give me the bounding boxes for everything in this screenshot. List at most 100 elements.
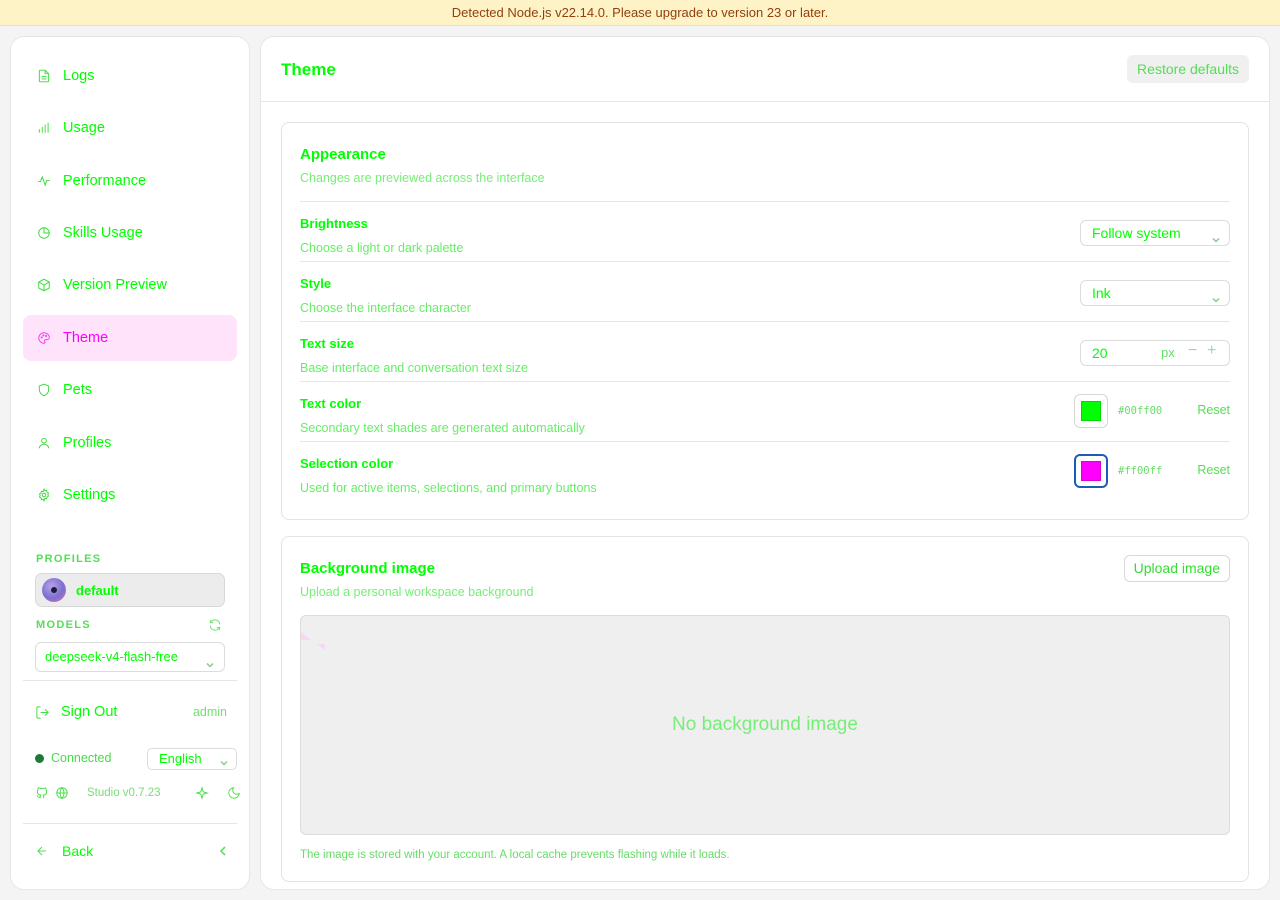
text-color-desc: Secondary text shades are generated auto… bbox=[300, 421, 585, 435]
background-title: Background image bbox=[300, 560, 436, 577]
upload-image-button[interactable]: Upload image bbox=[1123, 555, 1230, 582]
sidebar-item-label: Logs bbox=[63, 68, 95, 84]
chevron-down-icon bbox=[219, 754, 229, 766]
sidebar-item-theme[interactable]: Theme bbox=[23, 315, 237, 361]
models-section-label: MODELS bbox=[36, 619, 91, 631]
color-fill bbox=[1081, 401, 1101, 421]
refresh-icon[interactable] bbox=[208, 618, 222, 632]
background-preview[interactable]: No background image bbox=[300, 615, 1230, 835]
text-size-desc: Base interface and conversation text siz… bbox=[300, 361, 528, 375]
style-select[interactable]: Ink bbox=[1080, 280, 1230, 306]
arrow-left-icon bbox=[35, 844, 49, 858]
sidebar-item-label: Usage bbox=[63, 120, 105, 136]
text-color-row: Text color Secondary text shades are gen… bbox=[300, 381, 1230, 441]
brightness-value: Follow system bbox=[1092, 225, 1181, 241]
restore-defaults-button[interactable]: Restore defaults bbox=[1127, 55, 1249, 83]
brightness-desc: Choose a light or dark palette bbox=[300, 241, 464, 255]
chevron-down-icon bbox=[205, 652, 215, 668]
language-select[interactable]: English bbox=[147, 748, 237, 770]
text-color-label: Text color bbox=[300, 396, 362, 411]
moon-icon[interactable] bbox=[227, 786, 241, 800]
divider bbox=[23, 823, 237, 824]
sidebar-item-label: Performance bbox=[63, 173, 147, 189]
model-select-value: deepseek-v4-flash-free bbox=[45, 649, 178, 664]
sidebar-item-version-preview[interactable]: Version Preview bbox=[23, 262, 237, 308]
back-button[interactable]: Back bbox=[35, 840, 229, 862]
text-size-label: Text size bbox=[300, 336, 354, 351]
style-row: Style Choose the interface character Ink bbox=[300, 261, 1230, 321]
gear-icon bbox=[37, 488, 51, 502]
background-note: The image is stored with your account. A… bbox=[300, 849, 730, 861]
pie-chart-icon bbox=[37, 226, 51, 240]
version-label: Studio v0.7.23 bbox=[87, 787, 161, 799]
sidebar-item-label: Skills Usage bbox=[63, 225, 143, 241]
page-title: Theme bbox=[281, 60, 336, 79]
sidebar-item-label: Settings bbox=[63, 487, 116, 503]
bar-chart-icon bbox=[37, 121, 51, 135]
sidebar-item-logs[interactable]: Logs bbox=[23, 53, 237, 99]
sidebar-item-skills-usage[interactable]: Skills Usage bbox=[23, 210, 237, 256]
empty-state-text: No background image bbox=[672, 714, 858, 735]
github-icon[interactable] bbox=[35, 786, 49, 800]
shield-icon bbox=[37, 383, 51, 397]
text-size-unit: px bbox=[1161, 345, 1175, 360]
selection-color-row: Selection color Used for active items, s… bbox=[300, 441, 1230, 501]
sign-out-button[interactable]: Sign Out admin bbox=[35, 700, 227, 724]
appearance-subtitle: Changes are previewed across the interfa… bbox=[300, 171, 545, 185]
activity-icon bbox=[37, 174, 51, 188]
text-color-reset-button[interactable]: Reset bbox=[1197, 403, 1230, 417]
brightness-select[interactable]: Follow system bbox=[1080, 220, 1230, 246]
current-user: admin bbox=[192, 705, 227, 719]
increment-button[interactable]: + bbox=[1207, 342, 1216, 360]
color-fill bbox=[1081, 461, 1101, 481]
appearance-card: Appearance Changes are previewed across … bbox=[281, 122, 1249, 520]
sign-out-label: Sign Out bbox=[61, 704, 118, 720]
globe-icon[interactable] bbox=[55, 786, 69, 800]
profile-selector[interactable]: default bbox=[35, 573, 225, 607]
profiles-section-label: PROFILES bbox=[36, 553, 102, 565]
chevron-down-icon bbox=[1211, 228, 1221, 243]
package-icon bbox=[37, 278, 51, 292]
text-size-stepper[interactable]: 20 px − + bbox=[1080, 340, 1230, 366]
style-value: Ink bbox=[1092, 285, 1111, 301]
sparkle-icon[interactable] bbox=[195, 786, 209, 800]
sidebar-item-label: Pets bbox=[63, 382, 93, 398]
sidebar-item-performance[interactable]: Performance bbox=[23, 158, 237, 204]
style-desc: Choose the interface character bbox=[300, 301, 471, 315]
file-text-icon bbox=[37, 69, 51, 83]
sidebar: Logs Usage Performance Skills Usage Vers… bbox=[10, 36, 250, 890]
palette-icon bbox=[37, 331, 51, 345]
brightness-row: Brightness Choose a light or dark palett… bbox=[300, 201, 1230, 261]
main-panel: Theme Restore defaults Appearance Change… bbox=[260, 36, 1270, 890]
divider bbox=[23, 680, 237, 681]
status-text: Connected bbox=[51, 751, 112, 765]
decrement-button[interactable]: − bbox=[1188, 342, 1197, 360]
log-out-icon bbox=[35, 705, 50, 720]
selection-color-desc: Used for active items, selections, and p… bbox=[300, 481, 597, 495]
selection-color-hex: #ff00ff bbox=[1118, 465, 1163, 477]
connection-status: Connected English bbox=[35, 747, 237, 771]
user-icon bbox=[37, 436, 51, 450]
background-subtitle: Upload a personal workspace background bbox=[300, 585, 534, 599]
chevron-down-icon bbox=[1211, 288, 1221, 303]
background-card: Background image Upload a personal works… bbox=[281, 536, 1249, 882]
sidebar-item-pets[interactable]: Pets bbox=[23, 367, 237, 413]
chevron-left-icon[interactable] bbox=[217, 844, 229, 856]
status-dot bbox=[35, 754, 44, 763]
profile-name: default bbox=[76, 582, 119, 598]
sidebar-item-label: Version Preview bbox=[63, 277, 167, 293]
footer-bar: Studio v0.7.23 bbox=[35, 786, 240, 802]
back-label: Back bbox=[62, 843, 94, 859]
text-size-row: Text size Base interface and conversatio… bbox=[300, 321, 1230, 381]
sidebar-item-profiles[interactable]: Profiles bbox=[23, 420, 237, 466]
selection-color-swatch[interactable] bbox=[1074, 454, 1108, 488]
text-color-swatch[interactable] bbox=[1074, 394, 1108, 428]
sidebar-item-settings[interactable]: Settings bbox=[23, 472, 237, 518]
model-select[interactable]: deepseek-v4-flash-free bbox=[35, 642, 225, 672]
sidebar-item-usage[interactable]: Usage bbox=[23, 105, 237, 151]
language-value: English bbox=[159, 751, 202, 766]
text-color-hex: #00ff00 bbox=[1118, 405, 1163, 417]
appearance-title: Appearance bbox=[300, 146, 386, 163]
selection-color-reset-button[interactable]: Reset bbox=[1197, 463, 1230, 477]
text-size-value[interactable]: 20 bbox=[1092, 345, 1108, 361]
